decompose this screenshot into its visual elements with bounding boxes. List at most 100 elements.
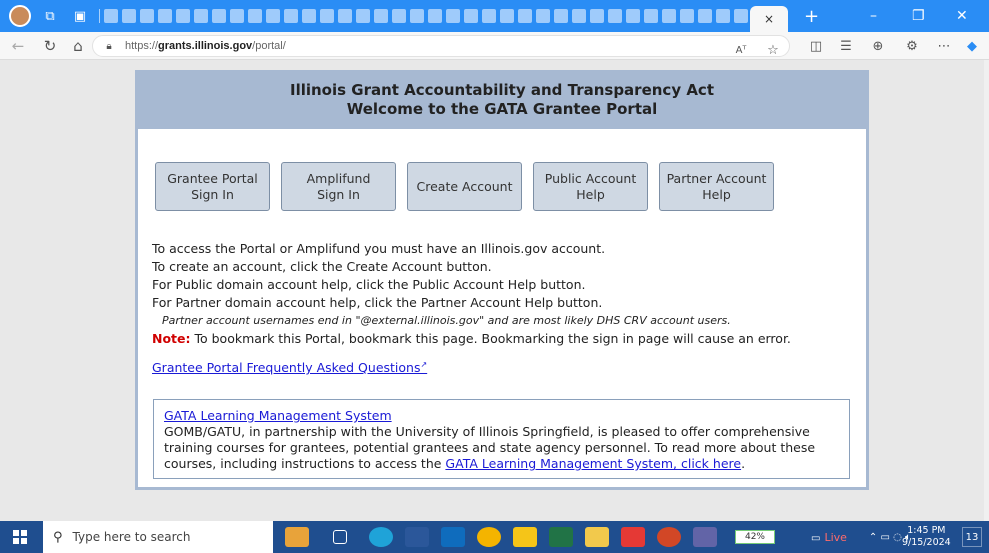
url-scheme: https:// — [125, 40, 159, 52]
lms-click-here-link[interactable]: GATA Learning Management System, click h… — [445, 456, 741, 471]
tab[interactable] — [104, 9, 118, 23]
tab[interactable] — [122, 9, 136, 23]
header-line-2: Welcome to the GATA Grantee Portal — [346, 99, 658, 118]
tab[interactable] — [626, 9, 640, 23]
new-tab-icon[interactable]: + — [804, 6, 819, 27]
home-icon[interactable]: ⌂ — [68, 36, 88, 56]
word-icon[interactable] — [405, 527, 429, 547]
tab[interactable] — [392, 9, 406, 23]
split-screen-icon[interactable]: ◫ — [806, 35, 826, 57]
excel-icon[interactable] — [549, 527, 573, 547]
tab[interactable] — [536, 9, 550, 23]
profile-avatar[interactable] — [9, 5, 31, 27]
restore-icon[interactable]: ❐ — [912, 0, 925, 32]
tab[interactable] — [608, 9, 622, 23]
read-aloud-icon[interactable]: Aᵀ — [731, 39, 751, 61]
edge-icon[interactable] — [369, 527, 393, 547]
tab[interactable] — [320, 9, 334, 23]
faq-link[interactable]: Grantee Portal Frequently Asked Question… — [152, 360, 427, 375]
tab[interactable] — [464, 9, 478, 23]
tab[interactable] — [662, 9, 676, 23]
create-account-button[interactable]: Create Account — [407, 162, 522, 211]
note-text: To bookmark this Portal, bookmark this p… — [190, 331, 791, 346]
favorite-star-icon[interactable]: ☆ — [763, 39, 783, 61]
back-icon[interactable]: ← — [8, 36, 28, 56]
tab-actions-icon[interactable]: ▣ — [69, 5, 91, 27]
more-menu-icon[interactable]: ⋯ — [934, 35, 954, 57]
tab[interactable] — [248, 9, 262, 23]
tab[interactable] — [644, 9, 658, 23]
tab[interactable] — [356, 9, 370, 23]
battery-indicator[interactable]: 42% — [735, 530, 775, 544]
lock-icon[interactable]: 🔒︎ — [103, 40, 115, 52]
active-tab[interactable]: × — [750, 6, 788, 32]
tab[interactable] — [266, 9, 280, 23]
tab[interactable] — [500, 9, 514, 23]
close-window-icon[interactable]: ✕ — [956, 0, 968, 32]
tab[interactable] — [374, 9, 388, 23]
lms-description: GOMB/GATU, in partnership with the Unive… — [164, 424, 839, 472]
tab[interactable] — [734, 9, 748, 23]
minimize-icon[interactable]: – — [870, 0, 877, 32]
taskbar-search[interactable]: ⚲ Type here to search — [43, 521, 273, 553]
lock-app-icon[interactable] — [513, 527, 537, 547]
instruction-line: To create an account, click the Create A… — [152, 259, 492, 274]
faq-link-text[interactable]: Grantee Portal Frequently Asked Question… — [152, 360, 420, 375]
file-explorer-icon[interactable] — [585, 527, 609, 547]
teams-icon[interactable] — [693, 527, 717, 547]
tab[interactable] — [428, 9, 442, 23]
tab[interactable] — [446, 9, 460, 23]
lms-info-box: GATA Learning Management System GOMB/GAT… — [153, 399, 850, 479]
public-account-help-button[interactable]: Public Account Help — [533, 162, 648, 211]
search-icon: ⚲ — [53, 529, 63, 545]
grantee-portal-sign-in-button[interactable]: Grantee Portal Sign In — [155, 162, 270, 211]
copilot-icon[interactable]: ◆ — [962, 35, 982, 57]
extensions-icon[interactable]: ⚙ — [902, 35, 922, 57]
favorites-icon[interactable]: ☰ — [836, 35, 856, 57]
widgets-icon[interactable] — [285, 527, 309, 547]
tab[interactable] — [230, 9, 244, 23]
refresh-icon[interactable]: ↻ — [40, 36, 60, 56]
windows-logo-icon — [13, 530, 27, 544]
tab[interactable] — [194, 9, 208, 23]
notification-center-icon[interactable]: 13 — [962, 527, 982, 547]
search-placeholder: Type here to search — [72, 530, 191, 544]
outlook-icon[interactable] — [441, 527, 465, 547]
tab[interactable] — [284, 9, 298, 23]
tab[interactable] — [716, 9, 730, 23]
start-button[interactable] — [5, 521, 35, 553]
url-field[interactable]: 🔒︎ https://grants.illinois.gov/portal/ A… — [92, 35, 790, 58]
amplifund-sign-in-button[interactable]: Amplifund Sign In — [281, 162, 396, 211]
tab[interactable] — [572, 9, 586, 23]
bookmark-note: Note: To bookmark this Portal, bookmark … — [152, 330, 857, 348]
tab[interactable] — [212, 9, 226, 23]
chrome-icon[interactable] — [477, 527, 501, 547]
tab[interactable] — [158, 9, 172, 23]
tab[interactable] — [698, 9, 712, 23]
tab[interactable] — [482, 9, 496, 23]
tab-strip: × + — [97, 0, 819, 32]
lms-title-link[interactable]: GATA Learning Management System — [164, 408, 839, 424]
tab-separator — [99, 9, 100, 23]
acrobat-icon[interactable] — [621, 527, 645, 547]
tab[interactable] — [302, 9, 316, 23]
workspaces-icon[interactable]: ⧉ — [39, 5, 61, 27]
tab[interactable] — [590, 9, 604, 23]
collections-icon[interactable]: ⊕ — [868, 35, 888, 57]
tab-close-icon[interactable]: × — [764, 12, 774, 26]
tab[interactable] — [554, 9, 568, 23]
tab[interactable] — [140, 9, 154, 23]
tab[interactable] — [410, 9, 424, 23]
tab[interactable] — [680, 9, 694, 23]
tab[interactable] — [176, 9, 190, 23]
live-indicator[interactable]: ▭ Live — [811, 531, 847, 544]
tab[interactable] — [338, 9, 352, 23]
portal-header: Illinois Grant Accountability and Transp… — [135, 70, 869, 129]
powerpoint-icon[interactable] — [657, 527, 681, 547]
taskbar-clock[interactable]: 1:45 PM 9/15/2024 — [902, 521, 951, 553]
vertical-scrollbar[interactable] — [984, 60, 989, 521]
partner-account-help-button[interactable]: Partner Account Help — [659, 162, 774, 211]
instructions: To access the Portal or Amplifund you mu… — [152, 240, 857, 348]
tab[interactable] — [518, 9, 532, 23]
task-view-icon[interactable] — [333, 530, 347, 544]
